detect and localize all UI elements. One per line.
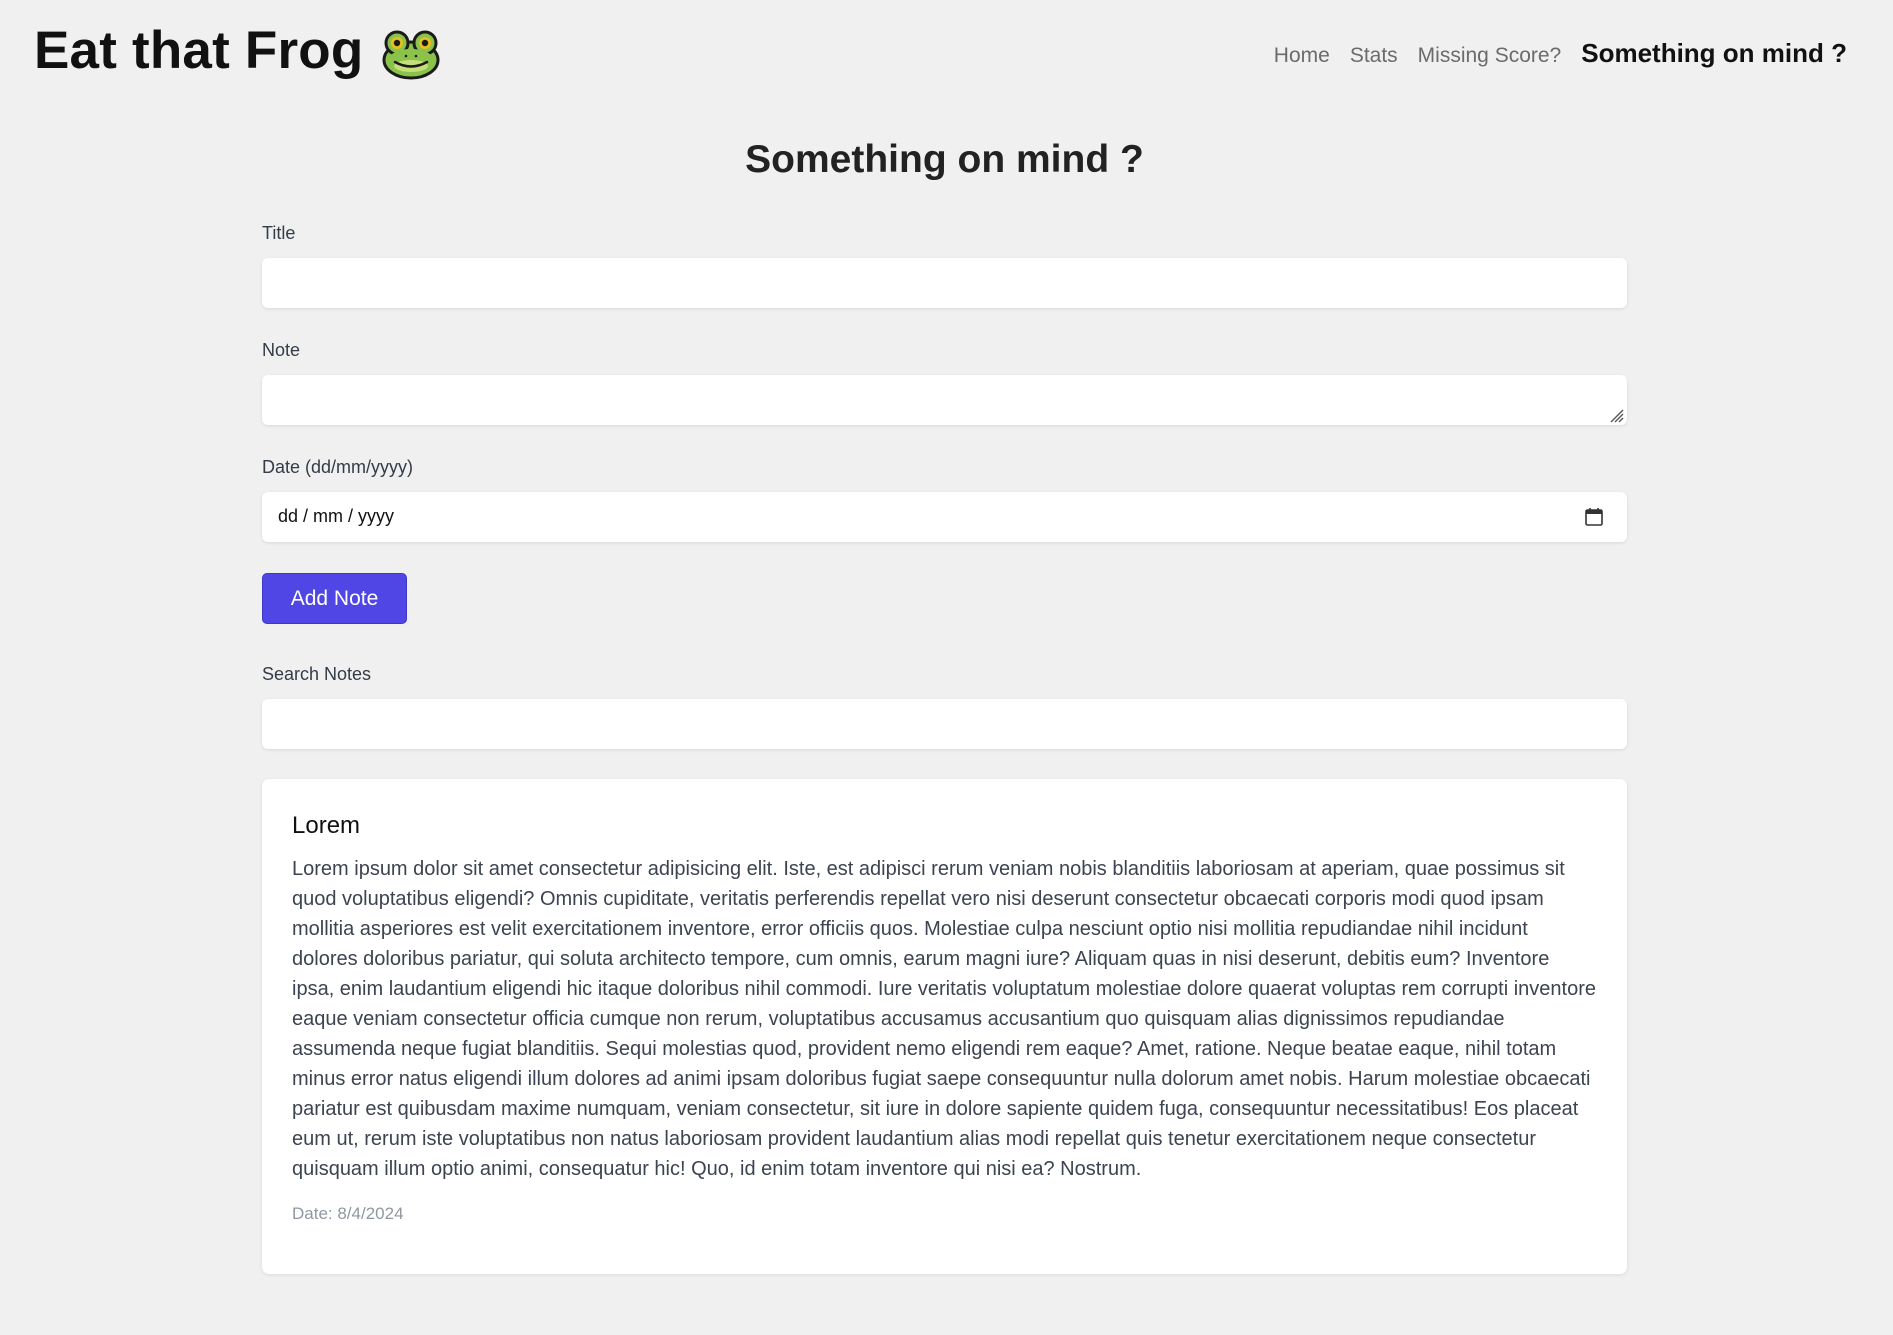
date-label: Date (dd/mm/yyyy) xyxy=(262,457,414,477)
calendar-icon[interactable] xyxy=(1585,507,1603,526)
search-input[interactable] xyxy=(262,699,1627,749)
main-content: Something on mind ? Title Note Date (dd/… xyxy=(262,100,1627,1274)
note-label: Note xyxy=(262,340,301,360)
nav-home[interactable]: Home xyxy=(1274,44,1330,68)
note-title: Lorem xyxy=(292,812,361,839)
frog-icon xyxy=(382,30,440,79)
note-textarea[interactable] xyxy=(262,375,1627,425)
date-input[interactable] xyxy=(262,492,1627,542)
title-input[interactable] xyxy=(262,258,1627,308)
nav-stats[interactable]: Stats xyxy=(1350,44,1398,68)
add-note-button[interactable]: Add Note xyxy=(262,573,407,624)
note-card: Lorem Lorem ipsum dolor sit amet consect… xyxy=(262,779,1627,1274)
brand-title: Eat that Frog xyxy=(34,21,364,80)
title-label: Title xyxy=(262,223,296,243)
note-body: Lorem ipsum dolor sit amet consectetur a… xyxy=(292,858,1597,1180)
page-title: Something on mind ? xyxy=(745,138,1144,181)
date-placeholder: dd / mm / yyyy xyxy=(278,506,395,526)
nav-missing-score[interactable]: Missing Score? xyxy=(1418,44,1562,68)
note-date: Date: 8/4/2024 xyxy=(292,1204,404,1223)
search-label: Search Notes xyxy=(262,664,372,684)
top-nav: Home Stats Missing Score? Something on m… xyxy=(1274,38,1847,69)
nav-something-on-mind[interactable]: Something on mind ? xyxy=(1581,38,1847,69)
brand[interactable]: Eat that Frog xyxy=(34,20,441,81)
top-header: Eat that Frog Home Stats Missing Score? … xyxy=(0,0,1893,100)
resize-grip-icon[interactable] xyxy=(1607,406,1625,424)
